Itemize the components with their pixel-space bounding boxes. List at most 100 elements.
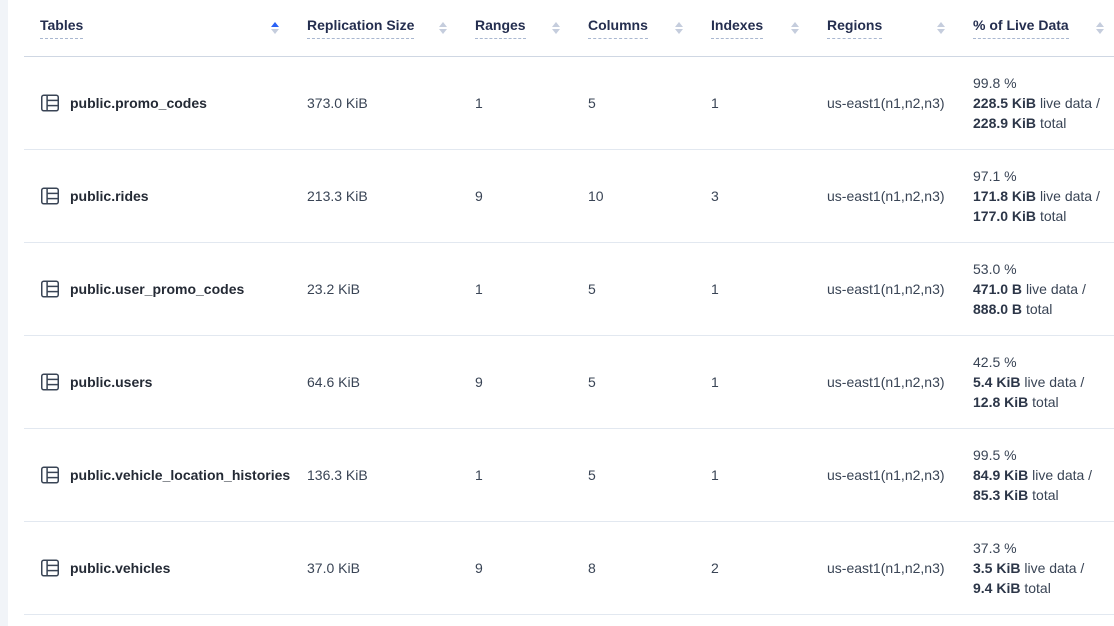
live-data-size: 3.5 KiB live data / — [973, 558, 1106, 578]
cell-table-name: public.vehicle_location_histories — [40, 465, 307, 485]
column-header-label: Regions — [827, 17, 882, 39]
table-row: public.promo_codes 373.0 KiB 1 5 1 us-ea… — [24, 57, 1114, 150]
live-data-percent: 53.0 % — [973, 259, 1106, 279]
table-icon — [40, 372, 60, 392]
live-data-percent: 99.8 % — [973, 73, 1106, 93]
sort-arrows-icon — [1096, 22, 1104, 34]
sort-arrows-icon — [271, 22, 279, 34]
table-name-link[interactable]: public.promo_codes — [70, 95, 207, 111]
sort-asc-arrow — [675, 22, 683, 27]
cell-live-data: 97.1 % 171.8 KiB live data / 177.0 KiB t… — [973, 166, 1114, 226]
sort-desc-arrow — [675, 29, 683, 34]
table-icon — [40, 186, 60, 206]
column-header-of-live-data[interactable]: % of Live Data — [973, 0, 1114, 56]
cell-columns: 8 — [588, 560, 711, 576]
live-data-percent: 42.5 % — [973, 352, 1106, 372]
cell-replication-size: 64.6 KiB — [307, 374, 475, 390]
live-data-percent: 37.3 % — [973, 538, 1106, 558]
live-data-percent: 99.5 % — [973, 445, 1106, 465]
table-icon — [40, 558, 60, 578]
cell-live-data: 99.5 % 84.9 KiB live data / 85.3 KiB tot… — [973, 445, 1114, 505]
cell-ranges: 9 — [475, 374, 588, 390]
cell-indexes: 1 — [711, 281, 827, 297]
sort-desc-arrow — [439, 29, 447, 34]
total-data-size: 228.9 KiB total — [973, 113, 1106, 133]
cell-columns: 5 — [588, 374, 711, 390]
cell-regions: us-east1(n1,n2,n3) — [827, 374, 973, 390]
sort-asc-arrow — [271, 22, 279, 27]
sort-arrows-icon — [439, 22, 447, 34]
total-data-size: 177.0 KiB total — [973, 206, 1106, 226]
column-header-label: Columns — [588, 17, 648, 39]
cell-columns: 5 — [588, 281, 711, 297]
live-data-size: 471.0 B live data / — [973, 279, 1106, 299]
sort-arrows-icon — [675, 22, 683, 34]
cell-columns: 5 — [588, 95, 711, 111]
column-header-indexes[interactable]: Indexes — [711, 0, 827, 56]
sort-desc-arrow — [552, 29, 560, 34]
cell-indexes: 1 — [711, 374, 827, 390]
table-name-link[interactable]: public.vehicle_location_histories — [70, 467, 290, 483]
cell-live-data: 37.3 % 3.5 KiB live data / 9.4 KiB total — [973, 538, 1114, 598]
sort-arrows-icon — [791, 22, 799, 34]
sort-desc-arrow — [791, 29, 799, 34]
table-icon — [40, 465, 60, 485]
table-name-link[interactable]: public.users — [70, 374, 152, 390]
sort-asc-arrow — [552, 22, 560, 27]
table-body: public.promo_codes 373.0 KiB 1 5 1 us-ea… — [0, 57, 1114, 615]
live-data-size: 5.4 KiB live data / — [973, 372, 1106, 392]
cell-indexes: 3 — [711, 188, 827, 204]
cell-live-data: 53.0 % 471.0 B live data / 888.0 B total — [973, 259, 1114, 319]
cell-regions: us-east1(n1,n2,n3) — [827, 281, 973, 297]
column-header-tables[interactable]: Tables — [40, 0, 307, 56]
cell-replication-size: 373.0 KiB — [307, 95, 475, 111]
cell-ranges: 9 — [475, 188, 588, 204]
sort-asc-arrow — [1096, 22, 1104, 27]
cell-ranges: 1 — [475, 281, 588, 297]
table-row: public.vehicles 37.0 KiB 9 8 2 us-east1(… — [24, 522, 1114, 615]
live-data-size: 171.8 KiB live data / — [973, 186, 1106, 206]
cell-ranges: 1 — [475, 467, 588, 483]
column-header-label: Indexes — [711, 17, 763, 39]
table-icon — [40, 93, 60, 113]
cell-indexes: 2 — [711, 560, 827, 576]
column-header-label: Ranges — [475, 17, 526, 39]
sort-arrows-icon — [552, 22, 560, 34]
cell-replication-size: 136.3 KiB — [307, 467, 475, 483]
column-header-replication-size[interactable]: Replication Size — [307, 0, 475, 56]
table-header-row: Tables Replication Size Ranges Columns I… — [24, 0, 1114, 57]
cell-regions: us-east1(n1,n2,n3) — [827, 188, 973, 204]
column-header-label: Replication Size — [307, 17, 414, 39]
cell-indexes: 1 — [711, 95, 827, 111]
cell-replication-size: 213.3 KiB — [307, 188, 475, 204]
column-header-label: Tables — [40, 17, 83, 39]
sort-arrows-icon — [937, 22, 945, 34]
cell-table-name: public.users — [40, 372, 307, 392]
table-row: public.vehicle_location_histories 136.3 … — [24, 429, 1114, 522]
cell-ranges: 1 — [475, 95, 588, 111]
live-data-size: 228.5 KiB live data / — [973, 93, 1106, 113]
table-row: public.rides 213.3 KiB 9 10 3 us-east1(n… — [24, 150, 1114, 243]
sort-desc-arrow — [271, 29, 279, 34]
live-data-percent: 97.1 % — [973, 166, 1106, 186]
column-header-ranges[interactable]: Ranges — [475, 0, 588, 56]
table-name-link[interactable]: public.rides — [70, 188, 149, 204]
live-data-size: 84.9 KiB live data / — [973, 465, 1106, 485]
table-name-link[interactable]: public.user_promo_codes — [70, 281, 244, 297]
table-row: public.user_promo_codes 23.2 KiB 1 5 1 u… — [24, 243, 1114, 336]
total-data-size: 12.8 KiB total — [973, 392, 1106, 412]
sort-asc-arrow — [937, 22, 945, 27]
table-name-link[interactable]: public.vehicles — [70, 560, 170, 576]
table-row: public.users 64.6 KiB 9 5 1 us-east1(n1,… — [24, 336, 1114, 429]
total-data-size: 85.3 KiB total — [973, 485, 1106, 505]
total-data-size: 9.4 KiB total — [973, 578, 1106, 598]
database-tables-table: Tables Replication Size Ranges Columns I… — [0, 0, 1114, 615]
cell-regions: us-east1(n1,n2,n3) — [827, 560, 973, 576]
cell-regions: us-east1(n1,n2,n3) — [827, 467, 973, 483]
cell-columns: 10 — [588, 188, 711, 204]
sort-asc-arrow — [791, 22, 799, 27]
column-header-regions[interactable]: Regions — [827, 0, 973, 56]
cell-columns: 5 — [588, 467, 711, 483]
column-header-columns[interactable]: Columns — [588, 0, 711, 56]
cell-indexes: 1 — [711, 467, 827, 483]
